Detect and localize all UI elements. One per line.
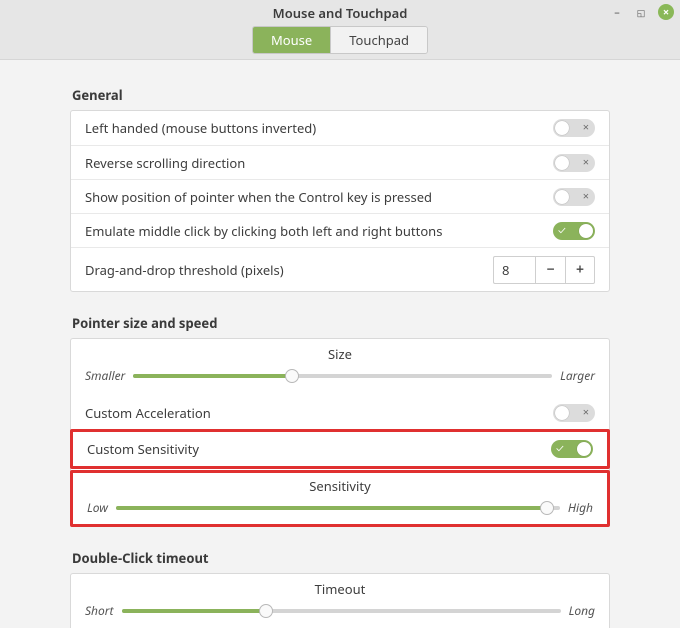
row-reverse-scroll: Reverse scrolling direction × <box>71 145 609 179</box>
tab-touchpad[interactable]: Touchpad <box>330 27 427 53</box>
size-block: Size Smaller Larger <box>71 339 609 396</box>
timeout-block: Timeout Short Long <box>71 574 609 628</box>
tab-mouse[interactable]: Mouse <box>253 27 330 53</box>
emulate-middle-label: Emulate middle click by clicking both le… <box>85 222 553 240</box>
custom-sensitivity-highlight: Custom Sensitivity ✓ <box>70 429 610 469</box>
row-show-pointer: Show position of pointer when the Contro… <box>71 179 609 213</box>
row-left-handed: Left handed (mouse buttons inverted) × <box>71 111 609 145</box>
timeout-right-label: Long <box>569 602 595 619</box>
pointer-card: Size Smaller Larger Custom Acceleration … <box>70 338 610 527</box>
timeout-label: Timeout <box>85 580 595 598</box>
drag-threshold-decrement[interactable]: − <box>535 256 565 284</box>
content-area: General Left handed (mouse buttons inver… <box>0 60 680 628</box>
minimize-icon[interactable]: – <box>610 5 624 19</box>
show-pointer-toggle[interactable]: × <box>553 188 595 206</box>
maximize-icon[interactable]: ◱ <box>634 5 648 19</box>
tab-group: Mouse Touchpad <box>252 26 428 54</box>
general-card: Left handed (mouse buttons inverted) × R… <box>70 110 610 292</box>
left-handed-label: Left handed (mouse buttons inverted) <box>85 119 553 137</box>
sensitivity-highlight: Sensitivity Low High <box>70 470 610 527</box>
size-slider[interactable] <box>133 369 552 383</box>
drag-threshold-label: Drag-and-drop threshold (pixels) <box>85 261 493 279</box>
custom-accel-label: Custom Acceleration <box>85 404 553 422</box>
size-left-label: Smaller <box>85 367 125 384</box>
reverse-scroll-toggle[interactable]: × <box>553 154 595 172</box>
custom-accel-toggle[interactable]: × <box>553 404 595 422</box>
titlebar: Mouse and Touchpad – ◱ × <box>0 0 680 26</box>
sensitivity-left-label: Low <box>87 499 108 516</box>
sensitivity-block: Sensitivity Low High <box>73 473 607 524</box>
emulate-middle-toggle[interactable]: ✓ <box>553 222 595 240</box>
timeout-slider[interactable] <box>122 604 561 618</box>
sensitivity-right-label: High <box>568 499 593 516</box>
reverse-scroll-label: Reverse scrolling direction <box>85 154 553 172</box>
left-handed-toggle[interactable]: × <box>553 119 595 137</box>
doubleclick-heading: Double-Click timeout <box>72 549 610 567</box>
tab-bar: Mouse Touchpad <box>0 26 680 60</box>
drag-threshold-value[interactable]: 8 <box>493 256 535 284</box>
close-icon[interactable]: × <box>658 4 674 20</box>
sensitivity-label: Sensitivity <box>87 477 593 495</box>
timeout-left-label: Short <box>85 602 114 619</box>
show-pointer-label: Show position of pointer when the Contro… <box>85 188 553 206</box>
doubleclick-card: Timeout Short Long Double-click test <box>70 573 610 628</box>
row-emulate-middle: Emulate middle click by clicking both le… <box>71 213 609 247</box>
pointer-heading: Pointer size and speed <box>72 314 610 332</box>
size-right-label: Larger <box>560 367 595 384</box>
window-title: Mouse and Touchpad <box>0 4 680 22</box>
custom-sens-toggle[interactable]: ✓ <box>551 440 593 458</box>
general-heading: General <box>72 86 610 104</box>
row-drag-threshold: Drag-and-drop threshold (pixels) 8 − + <box>71 247 609 291</box>
size-label: Size <box>85 345 595 363</box>
row-custom-sens: Custom Sensitivity ✓ <box>73 432 607 466</box>
custom-sens-label: Custom Sensitivity <box>87 440 551 458</box>
drag-threshold-increment[interactable]: + <box>565 256 595 284</box>
row-custom-accel: Custom Acceleration × <box>71 396 609 430</box>
drag-threshold-spinner: 8 − + <box>493 256 595 284</box>
sensitivity-slider[interactable] <box>116 501 560 515</box>
window-controls: – ◱ × <box>610 4 674 20</box>
